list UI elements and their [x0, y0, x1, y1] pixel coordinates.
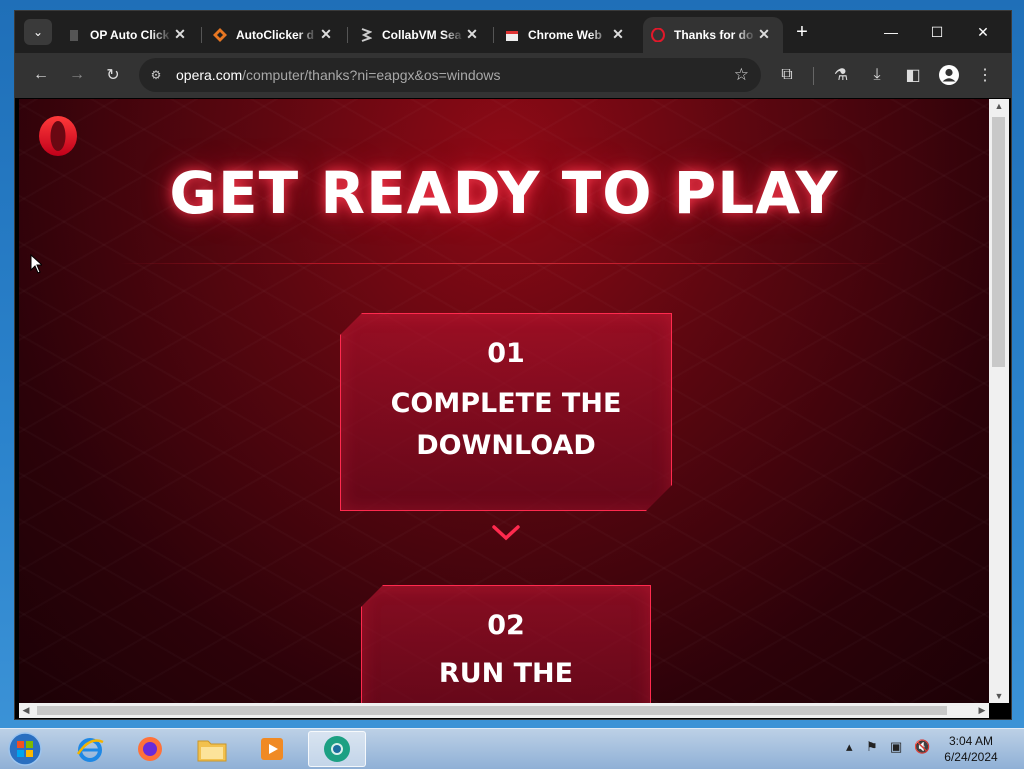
tab-separator [493, 27, 494, 43]
kebab-menu-icon: ⋮ [977, 67, 993, 84]
url-text: opera.com/computer/thanks?ni=eapgx&os=wi… [176, 67, 501, 83]
tab-thanks-active[interactable]: Thanks for do ✕ [643, 17, 783, 53]
browser-toolbar: ← → ↻ ⚙ opera.com/computer/thanks?ni=eap… [15, 53, 1011, 98]
downloads-button[interactable]: ⤓ [865, 63, 889, 87]
tab-op-auto-click[interactable]: OP Auto Click ✕ [59, 17, 199, 53]
close-tab-icon[interactable]: ✕ [319, 27, 333, 41]
minimize-button[interactable]: — [871, 19, 911, 45]
flask-icon: ⚗ [833, 67, 849, 84]
glow-divider [119, 263, 889, 264]
tab-label: AutoClicker d [236, 28, 315, 42]
generic-doc-icon [67, 28, 81, 42]
site-settings-icon[interactable]: ⚙ [148, 67, 164, 83]
action-center-flag-icon[interactable]: ⚑ [866, 739, 878, 755]
side-panel-button[interactable]: ◧ [901, 63, 925, 87]
system-clock[interactable]: 3:04 AM 6/24/2024 [930, 733, 1012, 765]
tab-label: OP Auto Click [90, 28, 170, 42]
scroll-right-icon[interactable]: ▶ [975, 703, 989, 718]
step-card-1: 01 COMPLETE THE DOWNLOAD [340, 313, 672, 511]
chevron-down-icon [492, 525, 520, 541]
mouse-cursor-icon [30, 254, 42, 274]
menu-button[interactable]: ⋮ [973, 63, 997, 87]
download-icon: ⤓ [873, 66, 881, 83]
tab-search-button[interactable]: ⌄ [24, 19, 52, 45]
scroll-down-icon[interactable]: ▼ [989, 689, 1009, 703]
minimize-icon: — [884, 24, 898, 40]
plus-icon: + [796, 21, 808, 43]
network-icon[interactable]: ▣ [890, 739, 902, 755]
page-headline: GET READY TO PLAY [169, 159, 839, 227]
tab-strip: ⌄ OP Auto Click ✕ AutoClicker d ✕ Collab… [15, 11, 1011, 53]
step-number: 02 [487, 610, 525, 641]
opera-logo[interactable] [37, 115, 79, 157]
horizontal-scroll-thumb[interactable] [37, 706, 947, 715]
tab-label: Thanks for do [674, 28, 754, 42]
taskbar: ▴ ⚑ ▣ 🔇 3:04 AM 6/24/2024 [0, 728, 1024, 769]
reload-button[interactable]: ↻ [101, 63, 125, 87]
vertical-scrollbar[interactable]: ▲ ▼ [989, 99, 1009, 703]
step-text-line1: RUN THE [438, 658, 574, 689]
vertical-scroll-thumb[interactable] [992, 117, 1005, 367]
clock-time: 3:04 AM [948, 734, 994, 748]
file-explorer-icon[interactable] [186, 731, 238, 767]
firefox-icon[interactable] [124, 731, 176, 767]
web-page-content: GET READY TO PLAY 01 COMPLETE THE DOWNLOA… [19, 99, 989, 705]
maximize-button[interactable]: ☐ [917, 19, 957, 45]
tab-chrome-web-store[interactable]: Chrome Web ✕ [497, 17, 637, 53]
scroll-left-icon[interactable]: ◀ [19, 703, 33, 718]
close-tab-icon[interactable]: ✕ [173, 27, 187, 41]
toolbar-divider [813, 67, 814, 85]
arrow-right-icon: → [69, 66, 85, 83]
tab-separator [201, 27, 202, 43]
start-button[interactable] [6, 732, 44, 766]
side-panel-icon: ◧ [905, 67, 921, 84]
step-text-line1: COMPLETE THE [390, 388, 622, 419]
forward-button[interactable]: → [65, 63, 89, 87]
volume-muted-icon[interactable]: 🔇 [914, 739, 930, 755]
step-text-line2: DOWNLOAD [416, 430, 596, 461]
tab-label: CollabVM Sea [382, 28, 462, 42]
horizontal-scrollbar[interactable]: ◀ ▶ [19, 703, 989, 718]
step-text: RUN THE [362, 653, 650, 695]
puzzle-icon: ⧉ [781, 66, 793, 83]
chevron-down-icon: ⌄ [32, 25, 44, 39]
browser-window: ⌄ OP Auto Click ✕ AutoClicker d ✕ Collab… [14, 10, 1012, 720]
url-host: opera.com [176, 67, 243, 83]
show-hidden-icons-button[interactable]: ▴ [846, 739, 853, 755]
close-tab-icon[interactable]: ✕ [757, 27, 771, 41]
step-number: 01 [487, 338, 525, 369]
internet-explorer-icon[interactable] [64, 731, 116, 767]
tab-separator [347, 27, 348, 43]
profile-button[interactable] [937, 63, 961, 87]
tab-label: Chrome Web [528, 28, 602, 42]
arrow-left-icon: ← [33, 66, 49, 83]
scroll-up-icon[interactable]: ▲ [989, 99, 1009, 113]
tab-autoclicker[interactable]: AutoClicker d ✕ [205, 17, 345, 53]
new-tab-button[interactable]: + [791, 21, 813, 43]
profile-avatar-icon [939, 65, 959, 85]
clock-date: 6/24/2024 [944, 750, 998, 764]
back-button[interactable]: ← [29, 63, 53, 87]
close-icon: ✕ [977, 23, 989, 40]
close-tab-icon[interactable]: ✕ [611, 27, 625, 41]
maximize-icon: ☐ [930, 23, 944, 40]
chrome-web-store-icon [505, 28, 519, 42]
labs-button[interactable]: ⚗ [829, 63, 853, 87]
reload-icon: ↻ [106, 67, 120, 84]
tab-collabvm[interactable]: CollabVM Sea ✕ [351, 17, 491, 53]
step-text: COMPLETE THE DOWNLOAD [341, 383, 671, 467]
media-player-icon[interactable] [246, 731, 298, 767]
collabvm-icon [359, 28, 373, 42]
address-bar[interactable]: ⚙ opera.com/computer/thanks?ni=eapgx&os=… [139, 58, 761, 92]
step-card-2: 02 RUN THE [361, 585, 651, 705]
bookmark-star-icon[interactable]: ☆ [734, 65, 749, 85]
extensions-button[interactable]: ⧉ [775, 63, 799, 87]
close-window-button[interactable]: ✕ [963, 19, 1003, 45]
url-path: /computer/thanks?ni=eapgx&os=windows [242, 67, 501, 83]
chrome-icon[interactable] [308, 731, 366, 767]
autoclicker-icon [213, 28, 227, 42]
close-tab-icon[interactable]: ✕ [465, 27, 479, 41]
opera-icon [651, 28, 665, 42]
